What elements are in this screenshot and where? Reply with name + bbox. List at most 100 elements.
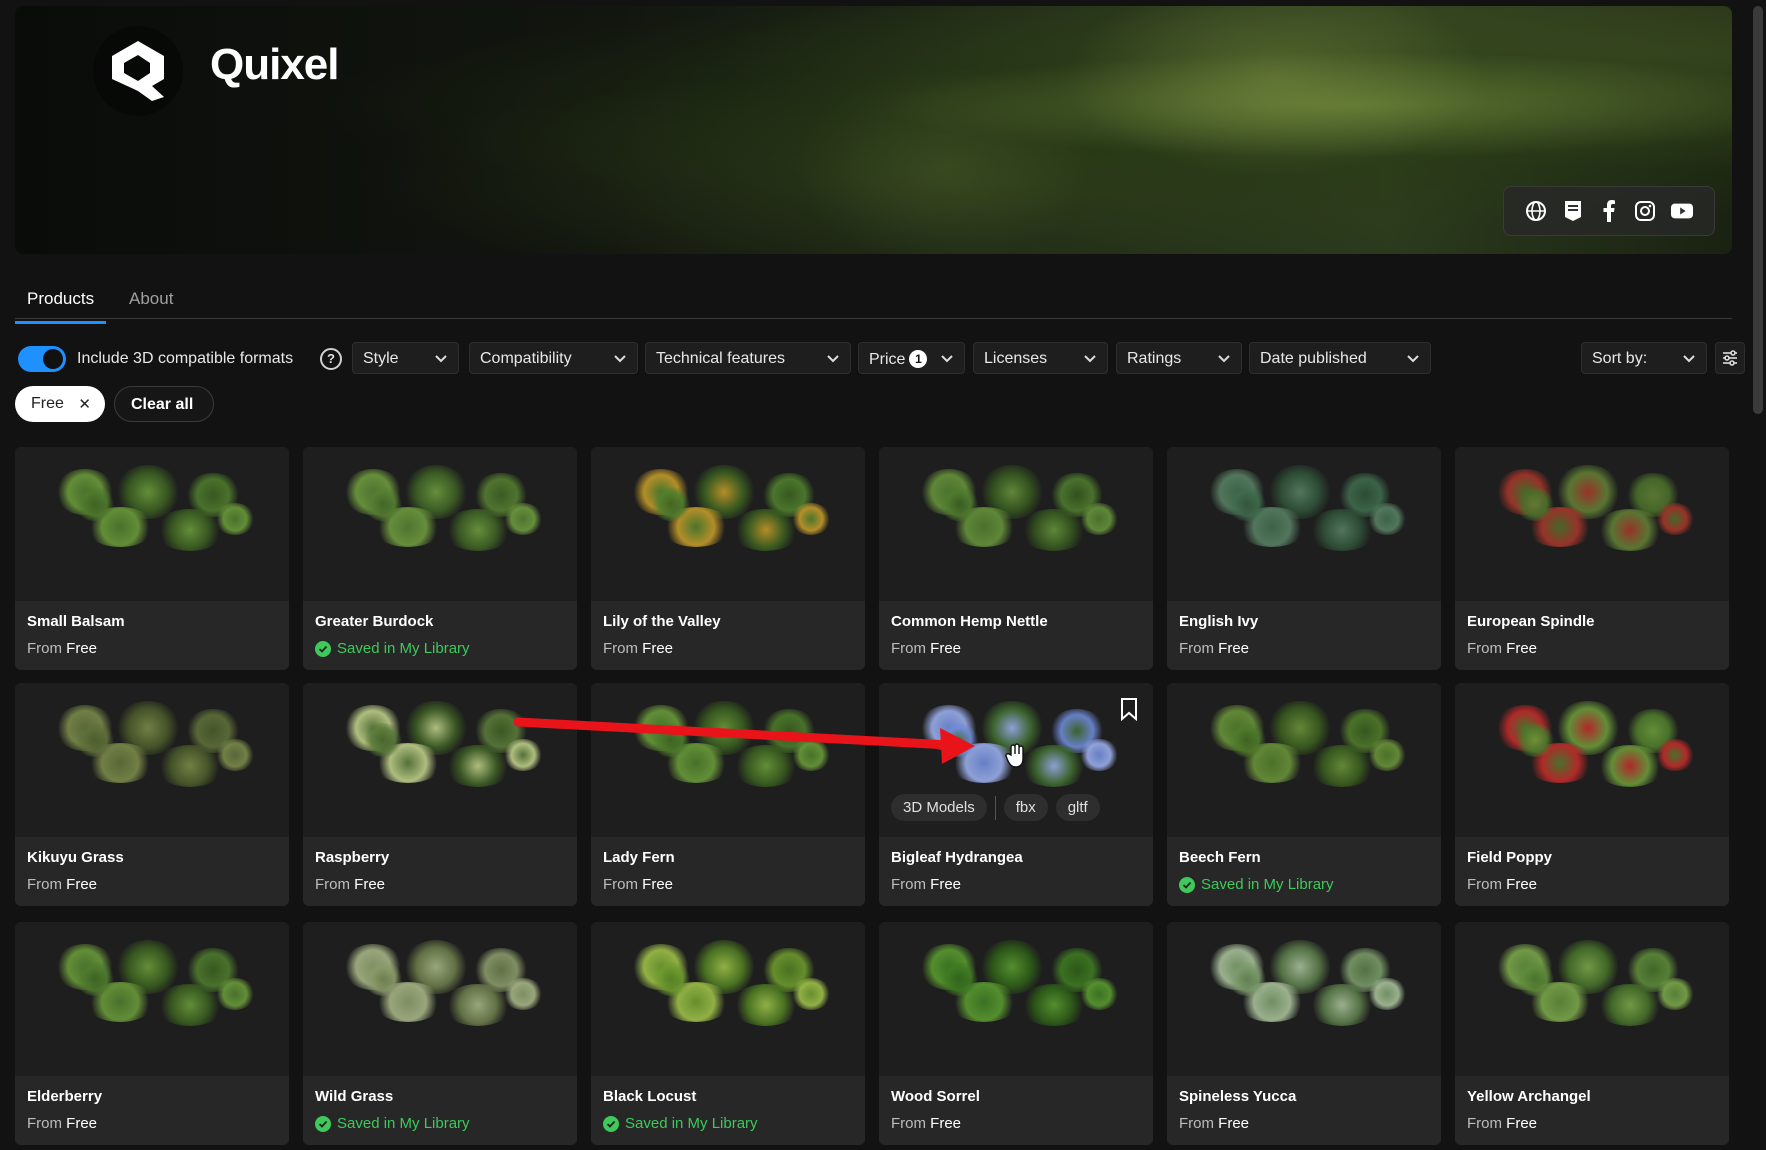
product-thumbnail	[303, 447, 577, 601]
product-price: From Free	[891, 1115, 961, 1132]
globe-icon[interactable]	[1525, 200, 1547, 222]
licenses-dropdown[interactable]: Licenses	[973, 342, 1108, 374]
saved-label: Saved in My Library	[337, 1115, 470, 1132]
product-card[interactable]: European Spindle From Free	[1455, 447, 1729, 670]
product-card[interactable]: Elderberry From Free	[15, 922, 289, 1145]
product-card[interactable]: Lady Fern From Free	[591, 683, 865, 906]
product-card[interactable]: Yellow Archangel From Free	[1455, 922, 1729, 1145]
product-price: From Free	[1467, 876, 1537, 893]
hand-cursor-icon	[1005, 743, 1027, 774]
technical-features-dropdown-label: Technical features	[656, 350, 785, 367]
social-links	[1503, 186, 1715, 236]
saved-status: Saved in My Library	[315, 640, 470, 657]
filter-bar: Include 3D compatible formats ? Style Co…	[15, 342, 1745, 376]
product-card[interactable]: Raspberry From Free	[303, 683, 577, 906]
product-price: From Free	[891, 876, 961, 893]
product-title: Elderberry	[27, 1088, 103, 1105]
tab-about[interactable]: About	[129, 289, 173, 321]
product-card[interactable]: Beech Fern Saved in My Library	[1167, 683, 1441, 906]
product-card[interactable]: English Ivy From Free	[1167, 447, 1441, 670]
licenses-dropdown-label: Licenses	[984, 350, 1048, 367]
price-value: Free	[930, 1115, 962, 1132]
close-icon[interactable]: ✕	[78, 395, 91, 413]
price-value: Free	[66, 876, 98, 893]
check-circle-icon	[315, 640, 331, 657]
youtube-icon[interactable]	[1670, 200, 1693, 222]
sort-by-dropdown[interactable]: Sort by:	[1581, 342, 1707, 374]
price-value: Free	[642, 640, 674, 657]
help-icon[interactable]: ?	[320, 348, 342, 370]
product-card[interactable]: 3D Models fbx gltf Bigleaf Hydrangea From Fr…	[879, 683, 1153, 906]
price-dropdown[interactable]: Price 1	[858, 342, 965, 374]
instagram-icon[interactable]	[1634, 200, 1656, 222]
product-card[interactable]: Wild Grass Saved in My Library	[303, 922, 577, 1145]
product-title: Yellow Archangel	[1467, 1088, 1591, 1105]
technical-features-dropdown[interactable]: Technical features	[645, 342, 851, 374]
product-title: Greater Burdock	[315, 613, 434, 630]
product-card[interactable]: Wood Sorrel From Free	[879, 922, 1153, 1145]
style-dropdown[interactable]: Style	[352, 342, 459, 374]
product-thumbnail	[15, 447, 289, 601]
chevron-down-icon	[941, 355, 953, 363]
product-thumbnail	[1455, 447, 1729, 601]
store-banner: Quixel	[15, 6, 1732, 254]
product-price: From Free	[27, 640, 97, 657]
product-title: Kikuyu Grass	[27, 849, 124, 866]
product-title: Small Balsam	[27, 613, 125, 630]
saved-status: Saved in My Library	[603, 1115, 758, 1132]
product-thumbnail	[591, 447, 865, 601]
clear-all-button[interactable]: Clear all	[114, 386, 214, 422]
saved-label: Saved in My Library	[337, 640, 470, 657]
product-price: From Free	[1467, 640, 1537, 657]
free-filter-chip[interactable]: Free ✕	[15, 386, 105, 422]
product-title: Wild Grass	[315, 1088, 394, 1105]
product-price: From Free	[1179, 640, 1249, 657]
product-title: Bigleaf Hydrangea	[891, 849, 1023, 866]
saved-label: Saved in My Library	[625, 1115, 758, 1132]
product-title: European Spindle	[1467, 613, 1595, 630]
bookmark-icon[interactable]	[1119, 697, 1139, 722]
chevron-down-icon	[614, 355, 626, 363]
product-card[interactable]: Kikuyu Grass From Free	[15, 683, 289, 906]
product-card[interactable]: Common Hemp Nettle From Free	[879, 447, 1153, 670]
product-price: From Free	[891, 640, 961, 657]
saved-status: Saved in My Library	[1179, 876, 1334, 893]
epic-games-icon[interactable]	[1562, 200, 1584, 222]
product-card[interactable]: Field Poppy From Free	[1455, 683, 1729, 906]
include-3d-toggle[interactable]	[18, 346, 66, 372]
product-thumbnail	[15, 683, 289, 837]
scrollbar-thumb[interactable]	[1753, 6, 1763, 414]
product-thumbnail	[1455, 922, 1729, 1076]
product-thumbnail	[1167, 447, 1441, 601]
chevron-down-icon	[1084, 355, 1096, 363]
product-title: English Ivy	[1179, 613, 1259, 630]
price-prefix: From	[1179, 1115, 1214, 1132]
tab-products[interactable]: Products	[15, 289, 107, 324]
price-value: Free	[930, 876, 962, 893]
price-value: Free	[1506, 876, 1538, 893]
price-prefix: From	[603, 640, 638, 657]
ratings-dropdown[interactable]: Ratings	[1116, 342, 1242, 374]
product-card[interactable]: Spineless Yucca From Free	[1167, 922, 1441, 1145]
product-card[interactable]: Greater Burdock Saved in My Library	[303, 447, 577, 670]
price-prefix: From	[27, 1115, 62, 1132]
product-thumbnail	[879, 447, 1153, 601]
product-card[interactable]: Lily of the Valley From Free	[591, 447, 865, 670]
product-card[interactable]: Small Balsam From Free	[15, 447, 289, 670]
date-published-dropdown[interactable]: Date published	[1249, 342, 1431, 374]
product-price: From Free	[603, 876, 673, 893]
facebook-icon[interactable]	[1598, 200, 1620, 222]
compatibility-dropdown[interactable]: Compatibility	[469, 342, 638, 374]
filter-settings-button[interactable]	[1715, 342, 1745, 374]
product-title: Raspberry	[315, 849, 390, 866]
compatibility-dropdown-label: Compatibility	[480, 350, 572, 367]
product-thumbnail	[15, 922, 289, 1076]
product-price: From Free	[315, 876, 385, 893]
product-card[interactable]: Black Locust Saved in My Library	[591, 922, 865, 1145]
check-circle-icon	[315, 1115, 331, 1132]
price-value: Free	[1218, 640, 1250, 657]
format-tags: 3D Models fbx gltf	[891, 794, 1100, 821]
chevron-down-icon	[1683, 355, 1695, 363]
price-value: Free	[642, 876, 674, 893]
check-circle-icon	[603, 1115, 619, 1132]
